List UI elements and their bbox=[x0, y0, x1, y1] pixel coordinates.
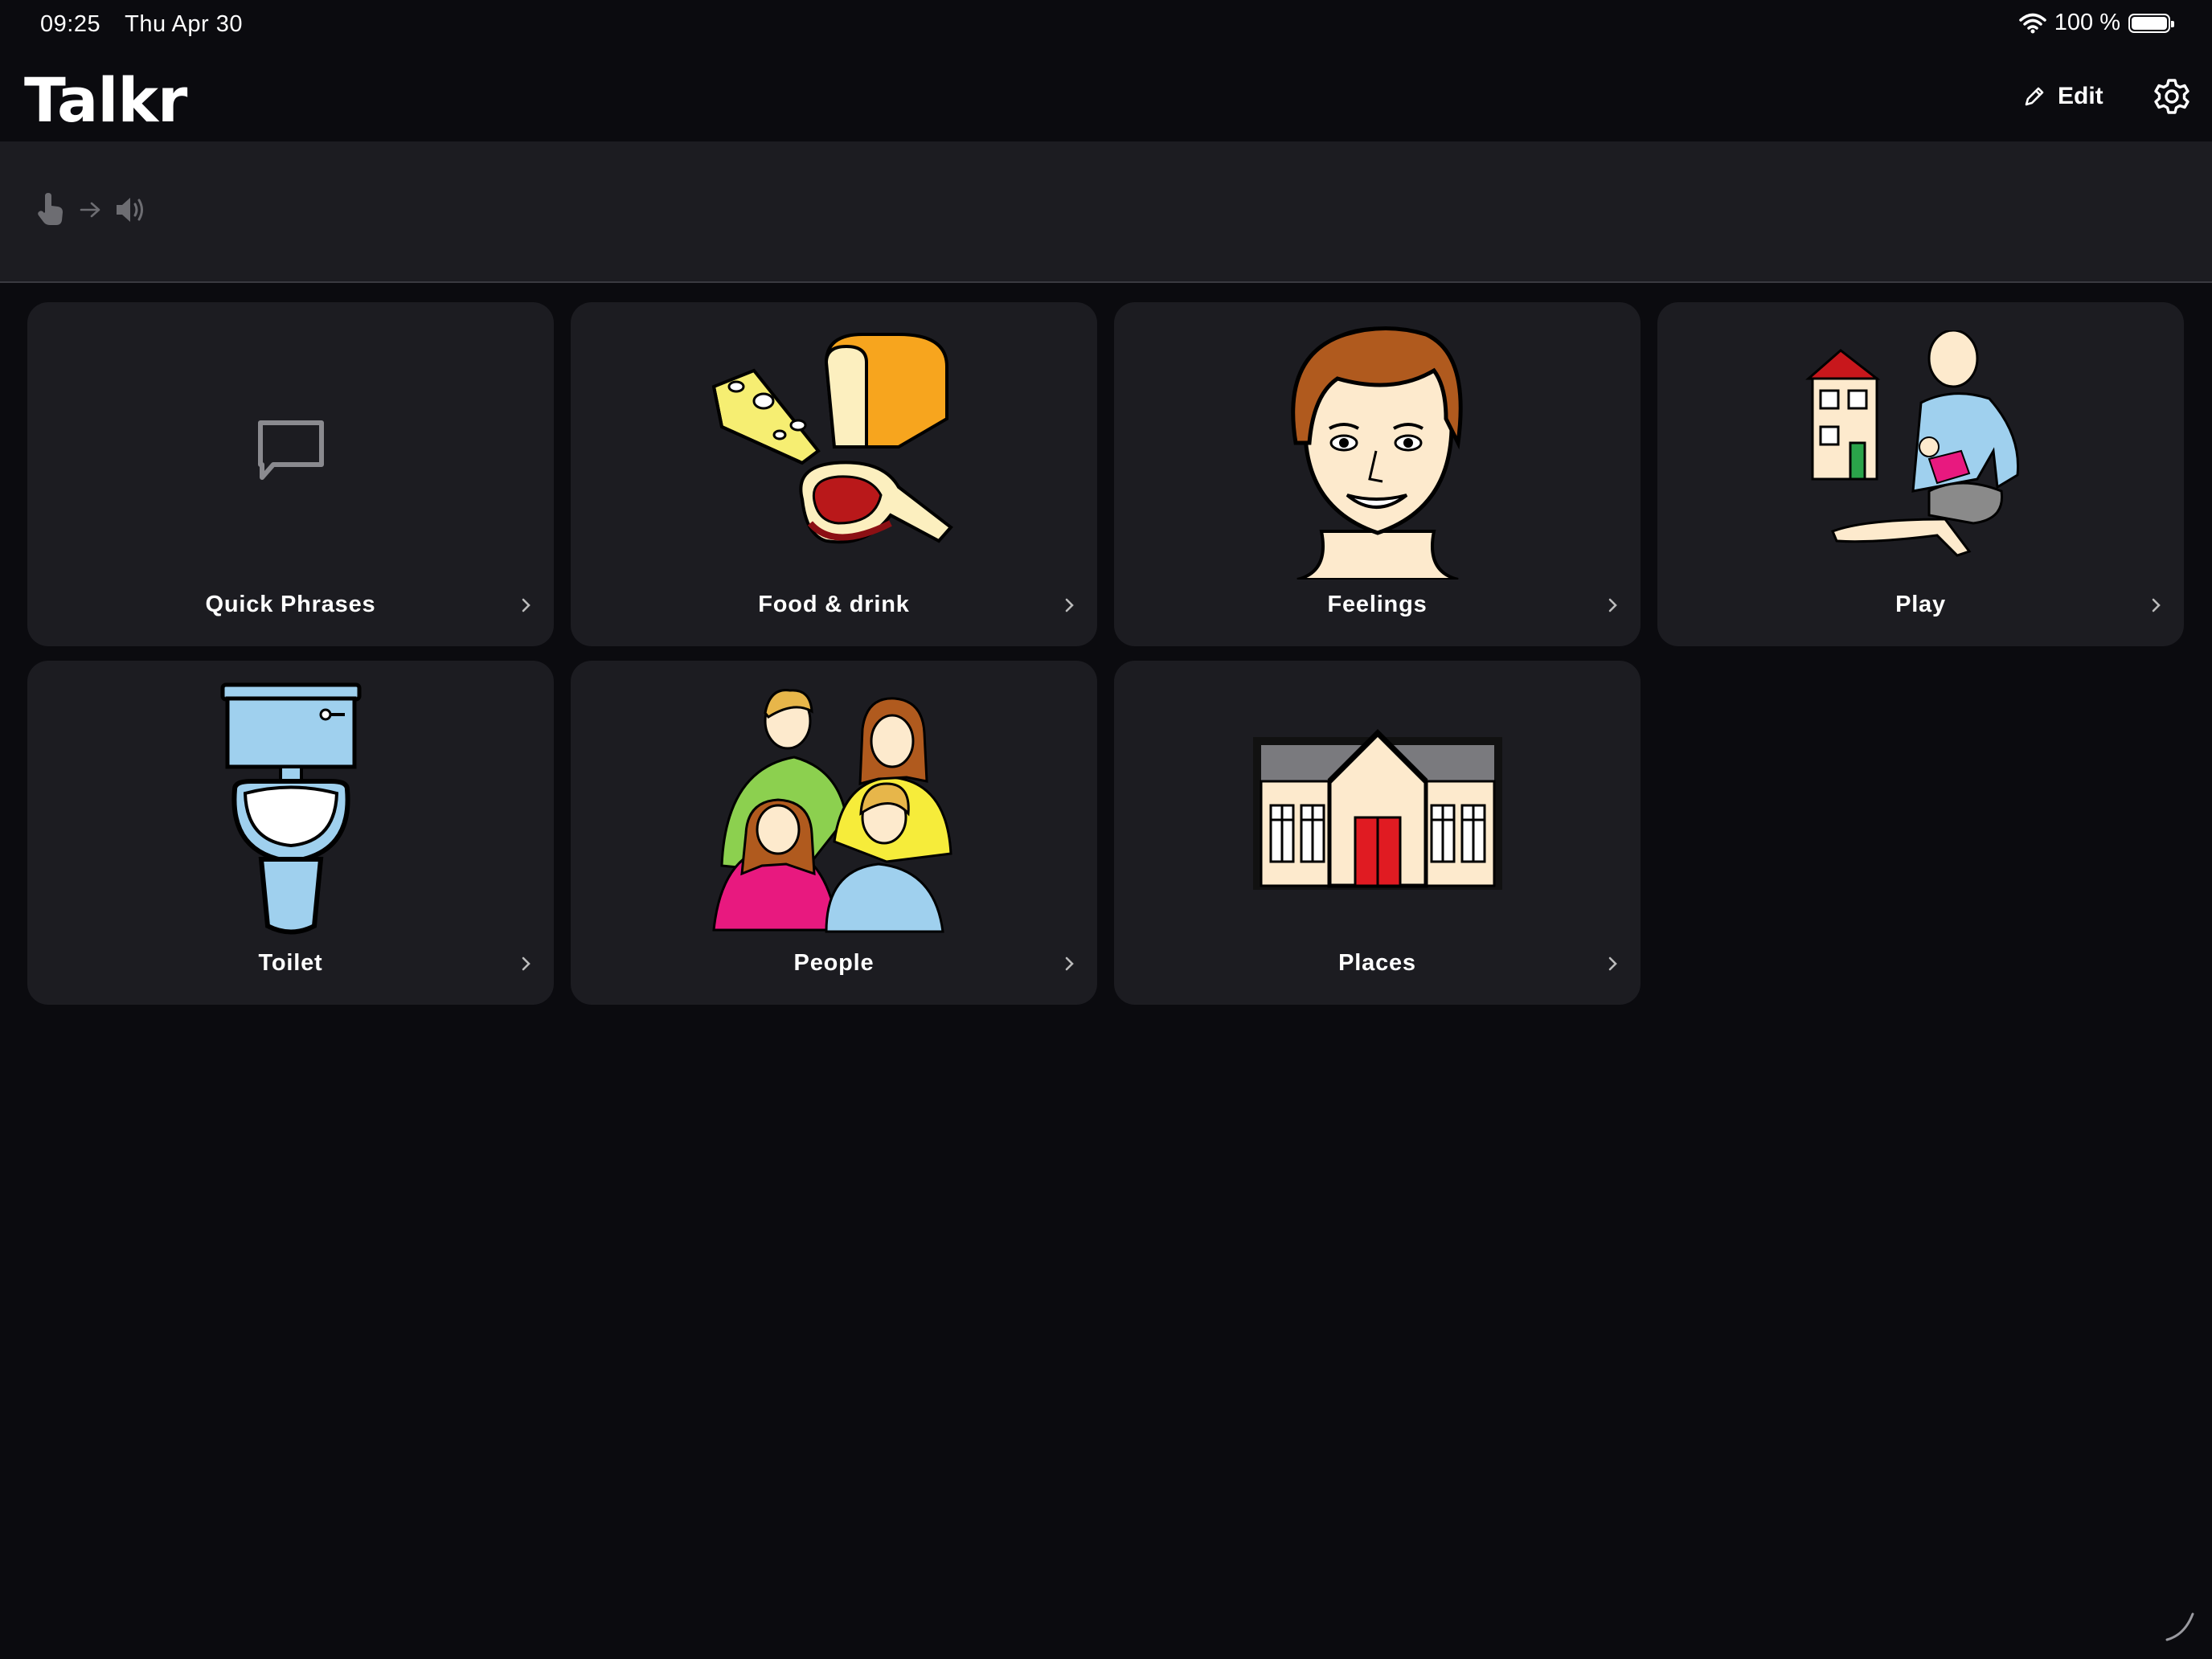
tile-label: Toilet bbox=[258, 950, 323, 976]
status-time: 09:25 bbox=[40, 11, 101, 37]
wifi-icon bbox=[2019, 13, 2046, 33]
chevron-right-icon bbox=[522, 598, 530, 612]
sentence-hint bbox=[34, 191, 148, 228]
people-icon bbox=[711, 689, 952, 933]
battery-icon bbox=[2128, 13, 2174, 33]
edit-button[interactable]: Edit bbox=[2022, 79, 2103, 114]
chevron-right-icon bbox=[2152, 598, 2161, 612]
food-icon bbox=[711, 333, 953, 544]
tile-label: Food & drink bbox=[758, 592, 910, 617]
chevron-right-icon bbox=[1065, 598, 1074, 612]
tile-label: Quick Phrases bbox=[205, 592, 376, 617]
tile-feelings[interactable]: Feelings bbox=[1114, 302, 1641, 646]
arrow-right-icon bbox=[80, 202, 100, 218]
tile-places[interactable]: Places bbox=[1114, 661, 1641, 1005]
chevron-right-icon bbox=[1608, 956, 1617, 971]
status-bar: 09:25 Thu Apr 30 100 % bbox=[0, 0, 2212, 51]
play-icon bbox=[1804, 330, 2019, 557]
status-indicators: 100 % bbox=[2019, 10, 2174, 36]
tile-toilet[interactable]: Toilet bbox=[27, 661, 554, 1005]
tile-label: Places bbox=[1338, 950, 1416, 976]
building-icon bbox=[1252, 729, 1502, 890]
speaker-icon bbox=[117, 198, 143, 222]
edit-button-label: Edit bbox=[2058, 83, 2103, 109]
battery-percent: 100 % bbox=[2054, 10, 2120, 35]
sentence-bar[interactable] bbox=[0, 141, 2212, 283]
app-title: Talkr bbox=[24, 64, 187, 136]
chevron-right-icon bbox=[522, 956, 530, 971]
face-icon bbox=[1290, 326, 1463, 580]
tap-hand-icon bbox=[38, 193, 63, 225]
tile-people[interactable]: People bbox=[571, 661, 1097, 1005]
tile-label: Feelings bbox=[1327, 592, 1428, 617]
status-time-date: 09:25 Thu Apr 30 bbox=[40, 11, 260, 38]
tile-label: People bbox=[793, 950, 875, 976]
tile-label: Play bbox=[1895, 592, 1946, 617]
gear-icon[interactable] bbox=[2153, 77, 2191, 116]
tile-quick-phrases[interactable]: Quick Phrases bbox=[27, 302, 554, 646]
chat-bubble-icon bbox=[257, 420, 324, 480]
tile-play[interactable]: Play bbox=[1657, 302, 2184, 646]
pencil-icon bbox=[2025, 87, 2044, 106]
chevron-right-icon bbox=[1065, 956, 1074, 971]
toilet-icon bbox=[220, 682, 361, 935]
corner-indicator-icon bbox=[2165, 1612, 2194, 1641]
chevron-right-icon bbox=[1608, 598, 1617, 612]
tile-food-and-drink[interactable]: Food & drink bbox=[571, 302, 1097, 646]
status-date: Thu Apr 30 bbox=[125, 11, 243, 37]
